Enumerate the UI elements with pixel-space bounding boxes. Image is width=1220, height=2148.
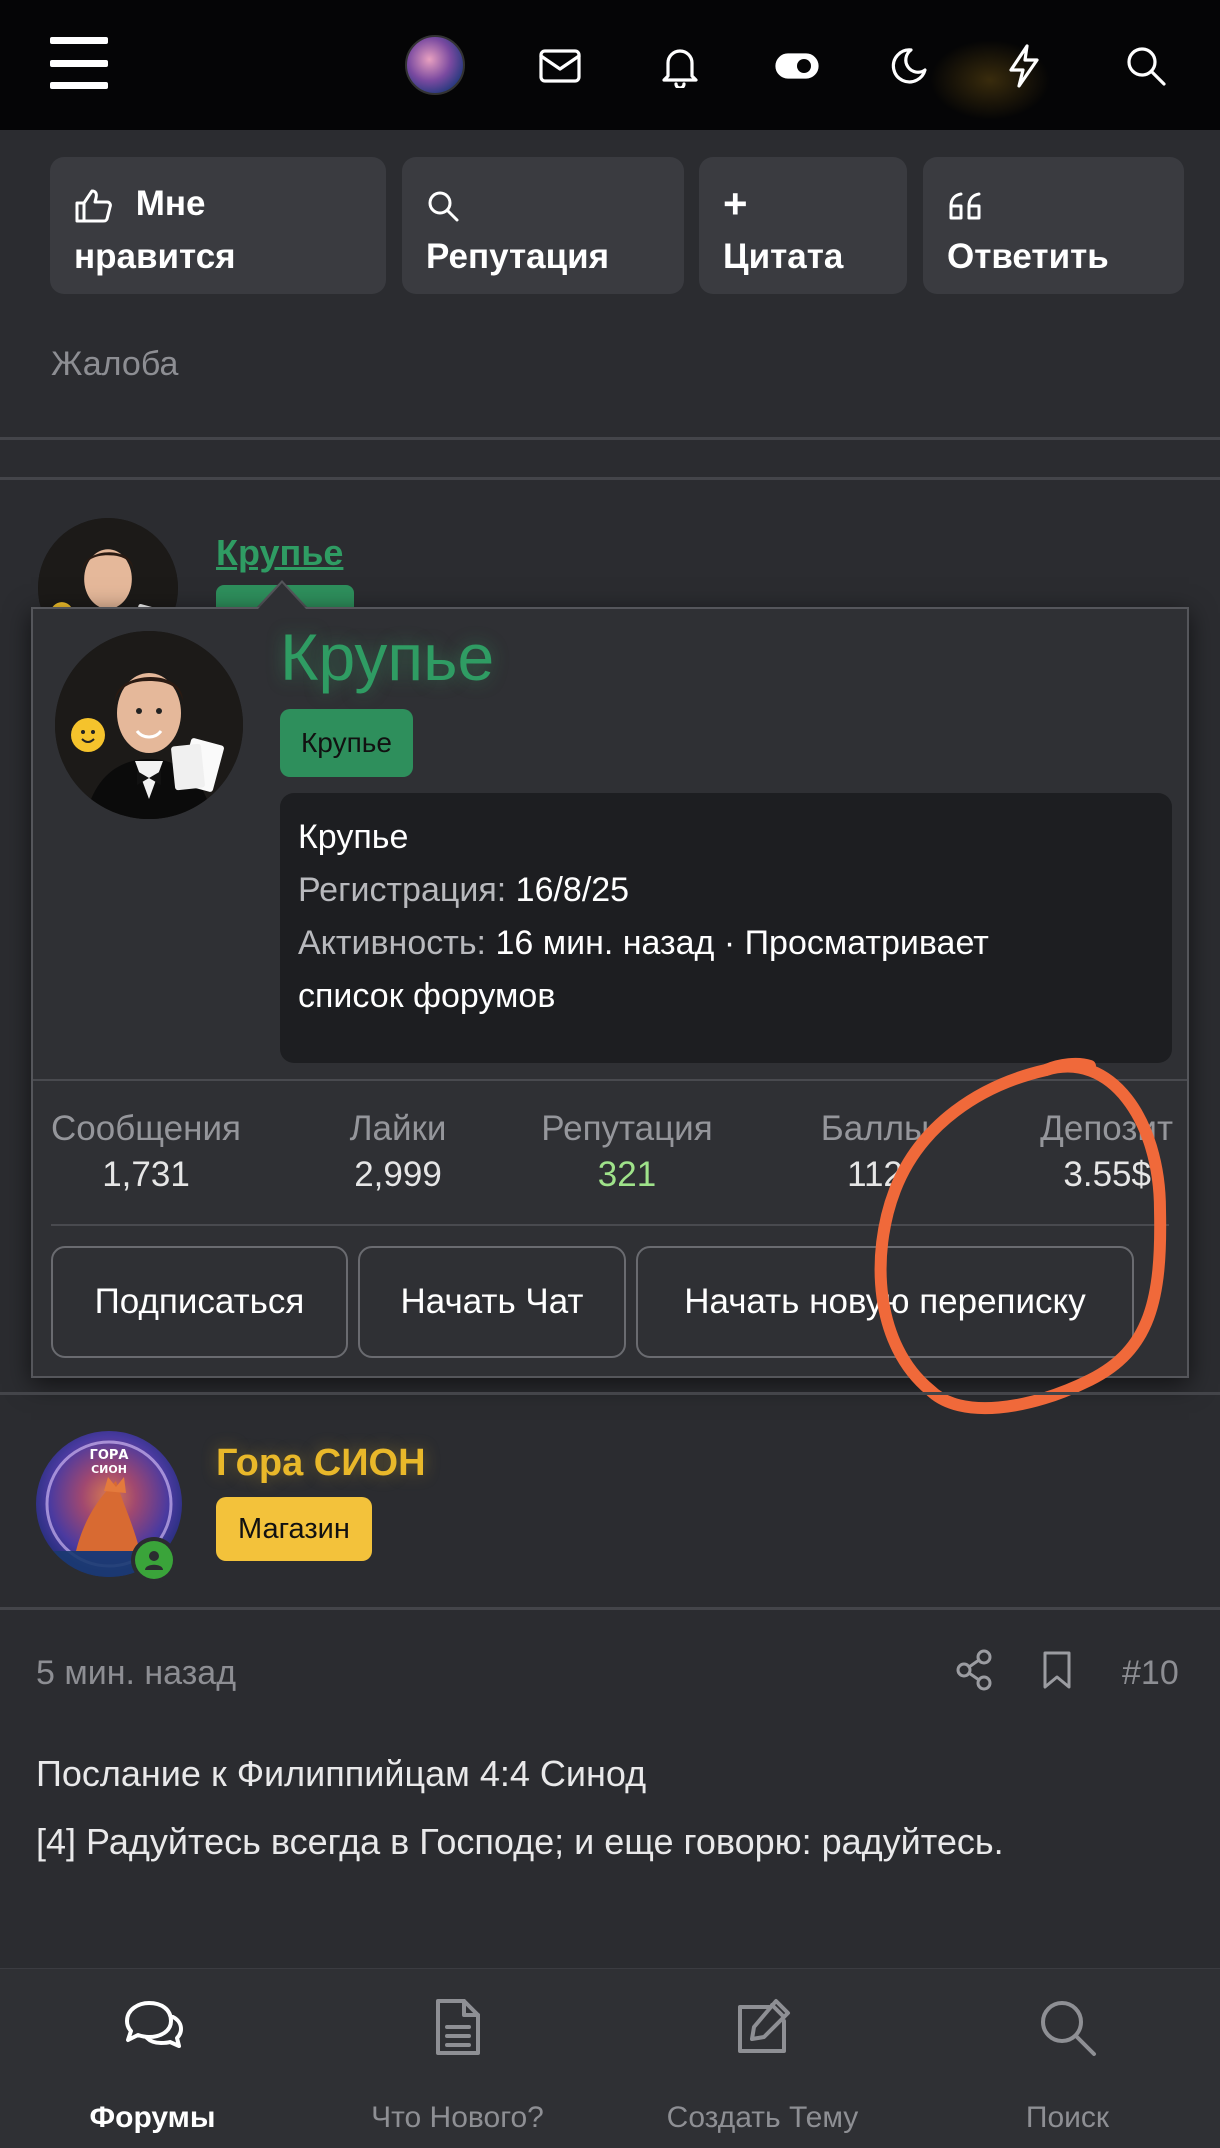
moon-icon[interactable] <box>881 38 937 94</box>
quote-marks-icon <box>949 192 981 220</box>
svg-text:ГОРА: ГОРА <box>90 1448 129 1463</box>
plus-icon: + <box>723 180 748 227</box>
member-title: Крупье <box>298 818 409 856</box>
member-name[interactable]: Крупье <box>280 619 494 695</box>
mail-icon[interactable] <box>532 38 588 94</box>
popup-arrow-inner <box>258 583 306 609</box>
stat-points[interactable]: Баллы 112 <box>815 1109 935 1195</box>
nav-label: Поиск <box>1025 2101 1110 2134</box>
complaint-link[interactable]: Жалоба <box>51 345 178 384</box>
edit-icon <box>737 1999 790 2053</box>
quote-label: Цитата <box>723 237 844 276</box>
post-body: Послание к Филиппийцам 4:4 Синод [4] Рад… <box>36 1740 1186 1876</box>
divider <box>0 1607 1220 1610</box>
like-label-line2: нравится <box>74 237 236 276</box>
stat-value: 3.55$ <box>1063 1155 1151 1194</box>
online-status-icon <box>131 1537 177 1583</box>
activity-row: Активность: 16 мин. назад · Просматривае… <box>298 917 1154 970</box>
bookmark-icon[interactable] <box>1040 1648 1074 1697</box>
nav-forums[interactable]: Форумы <box>0 1969 305 2148</box>
bottom-nav: Форумы Что Нового? Создать Тему Поиск <box>0 1968 1220 2148</box>
search-icon <box>1040 2001 1096 2056</box>
reputation-button[interactable]: Репутация <box>402 157 684 294</box>
thumbs-up-icon <box>75 189 112 223</box>
registration-value: 16/8/25 <box>515 871 630 909</box>
post-line: Послание к Филиппийцам 4:4 Синод <box>36 1753 647 1794</box>
author-badge: Магазин <box>216 1497 372 1561</box>
share-icon[interactable] <box>955 1648 993 1697</box>
registration-row: Регистрация: 16/8/25 <box>298 864 1154 917</box>
search-icon[interactable] <box>1118 38 1174 94</box>
reply-label: Ответить <box>947 237 1109 276</box>
stat-likes[interactable]: Лайки 2,999 <box>333 1109 463 1195</box>
lightning-icon[interactable] <box>996 38 1052 94</box>
nav-search[interactable]: Поиск <box>915 1969 1220 2148</box>
author-name-link[interactable]: Крупье <box>216 532 343 574</box>
toggle-icon[interactable] <box>769 38 825 94</box>
nav-label: Создать Тему <box>666 2101 859 2134</box>
divider <box>0 437 1220 440</box>
nav-label: Что Нового? <box>371 2101 544 2134</box>
member-badge: Крупье <box>280 709 413 777</box>
divider <box>51 1224 1169 1226</box>
stat-value: 2,999 <box>354 1155 442 1194</box>
reputation-label: Репутация <box>426 237 610 276</box>
stat-value: 1,731 <box>102 1155 190 1194</box>
activity-value-cont[interactable]: список форумов <box>298 970 1154 1023</box>
registration-label: Регистрация: <box>298 871 507 909</box>
follow-button[interactable]: Подписаться <box>51 1246 348 1358</box>
top-bar <box>0 0 1220 130</box>
member-info-box: Крупье Регистрация: 16/8/25 Активность: … <box>280 793 1172 1063</box>
divider <box>33 1079 1187 1081</box>
stat-label: Сообщения <box>51 1109 241 1148</box>
post-line: [4] Радуйтесь всегда в Господе; и еще го… <box>36 1821 1004 1862</box>
stat-value: 112 <box>847 1155 903 1194</box>
member-avatar[interactable] <box>55 631 243 819</box>
like-label-line1: Мне <box>135 184 206 223</box>
stat-label: Депозит <box>1040 1109 1173 1148</box>
search-icon <box>428 191 459 222</box>
stat-label: Лайки <box>349 1109 447 1148</box>
avatar[interactable] <box>405 35 465 95</box>
menu-icon[interactable] <box>0 0 130 130</box>
divider <box>0 1392 1220 1395</box>
stat-reputation[interactable]: Репутация 321 <box>537 1109 717 1195</box>
post-number[interactable]: #10 <box>1122 1654 1179 1693</box>
member-tooltip-card: Крупье Крупье Крупье Регистрация: 16/8/2… <box>31 607 1189 1378</box>
bell-icon[interactable] <box>652 38 708 94</box>
post-timestamp[interactable]: 5 мин. назад <box>36 1654 236 1693</box>
nav-label: Форумы <box>89 2101 216 2134</box>
start-conversation-button[interactable]: Начать новую переписку <box>636 1246 1134 1358</box>
activity-value[interactable]: 16 мин. назад · Просматривает <box>495 924 988 962</box>
chat-bubbles-icon <box>124 2001 183 2048</box>
like-button[interactable]: Мне нравится <box>50 157 386 294</box>
stat-messages[interactable]: Сообщения 1,731 <box>51 1109 241 1195</box>
svg-text:СИОН: СИОН <box>91 1463 127 1476</box>
stat-value: 321 <box>597 1155 657 1194</box>
divider <box>0 477 1220 480</box>
author-name-link[interactable]: Гора СИОН <box>216 1442 426 1485</box>
document-icon <box>435 1999 480 2055</box>
nav-create-thread[interactable]: Создать Тему <box>610 1969 915 2148</box>
start-chat-button[interactable]: Начать Чат <box>358 1246 626 1358</box>
reply-button[interactable]: Ответить <box>923 157 1184 294</box>
stat-label: Репутация <box>541 1109 713 1148</box>
quote-button[interactable]: + Цитата <box>699 157 907 294</box>
nav-whats-new[interactable]: Что Нового? <box>305 1969 610 2148</box>
activity-label: Активность: <box>298 924 486 962</box>
stat-label: Баллы <box>820 1109 930 1148</box>
stat-deposit[interactable]: Депозит 3.55$ <box>1013 1109 1173 1195</box>
